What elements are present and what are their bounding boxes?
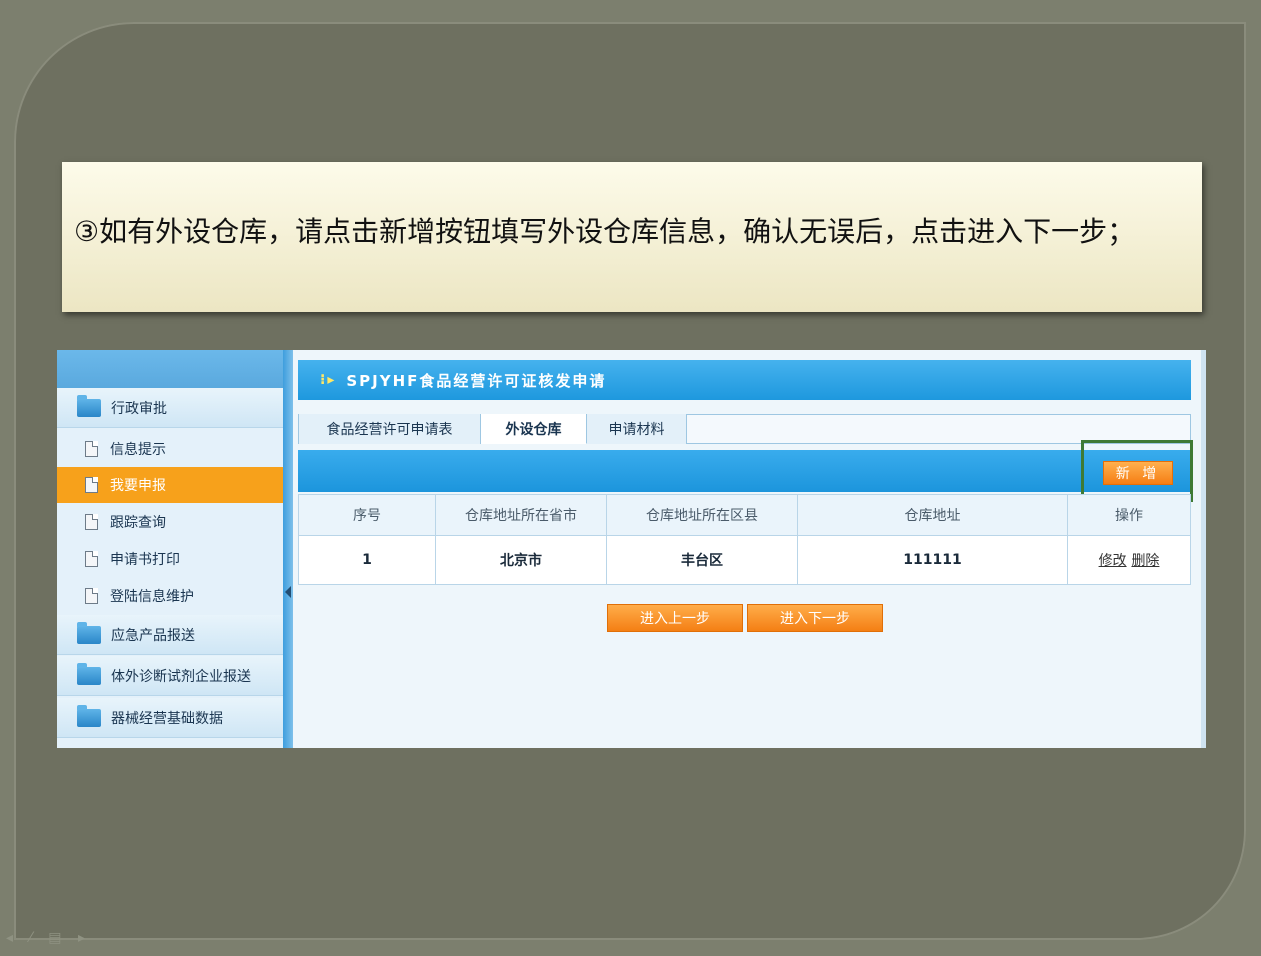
cell-index: 1	[298, 535, 436, 585]
cell-district: 丰台区	[606, 535, 798, 585]
embedded-screenshot: 行政审批 信息提示 我要申报 跟踪查询 申请书打印 登陆信息维护 应急产品报送	[57, 350, 1206, 748]
collapse-arrow-icon[interactable]	[285, 586, 291, 598]
tab-bar: 食品经营许可申请表 外设仓库 申请材料	[298, 414, 1191, 444]
cell-address: 111111	[797, 535, 1068, 585]
warehouse-table: 序号 仓库地址所在省市 仓库地址所在区县 仓库地址 操作 1 北京市 丰台区 1…	[298, 494, 1191, 585]
sidebar-item-login-maintenance[interactable]: 登陆信息维护	[57, 578, 283, 614]
instruction-text: ③如有外设仓库，请点击新增按钮填写外设仓库信息，确认无误后，点击进入下一步；	[74, 215, 1136, 248]
sidebar-item-emergency-products[interactable]: 应急产品报送	[57, 615, 283, 655]
tab-application-materials[interactable]: 申请材料	[587, 414, 687, 444]
page-title-bar: ⁝▸ SPJYHF食品经营许可证核发申请	[298, 360, 1191, 400]
folder-icon	[77, 621, 101, 644]
table-row: 1 北京市 丰台区 111111 修改 删除	[298, 535, 1191, 585]
sidebar-item-print-application[interactable]: 申请书打印	[57, 541, 283, 577]
sidebar-item-label: 登陆信息维护	[110, 589, 194, 605]
table-header-row: 序号 仓库地址所在省市 仓库地址所在区县 仓库地址 操作	[298, 494, 1191, 536]
document-icon	[85, 551, 98, 567]
sidebar-item-label: 信息提示	[110, 442, 166, 458]
document-icon	[85, 514, 98, 530]
document-icon	[85, 477, 98, 493]
toolbar: 新 增	[298, 450, 1191, 492]
highlight-frame	[1081, 440, 1193, 502]
bullet-icon: ⁝▸	[320, 372, 337, 388]
document-icon	[85, 441, 98, 457]
scrollbar-edge	[1201, 350, 1206, 748]
delete-link[interactable]: 删除	[1131, 553, 1159, 569]
sidebar-item-label: 行政审批	[111, 400, 167, 417]
sidebar-item-label: 器械经营基础数据	[111, 710, 223, 727]
sidebar: 行政审批 信息提示 我要申报 跟踪查询 申请书打印 登陆信息维护 应急产品报送	[57, 350, 283, 748]
edit-link[interactable]: 修改	[1099, 553, 1127, 569]
next-step-button[interactable]: 进入下一步	[747, 604, 883, 632]
slide-nav-icons: ◂ ⁄ ▤ ▸	[6, 930, 91, 946]
column-header: 操作	[1067, 494, 1191, 536]
main-panel: ⁝▸ SPJYHF食品经营许可证核发申请 食品经营许可申请表 外设仓库 申请材料…	[293, 350, 1206, 748]
sidebar-header	[57, 350, 283, 388]
sidebar-splitter[interactable]	[283, 350, 293, 748]
tab-license-application[interactable]: 食品经营许可申请表	[299, 414, 481, 444]
sidebar-item-apply[interactable]: 我要申报	[57, 467, 283, 503]
sidebar-item-admin-approval[interactable]: 行政审批	[57, 388, 283, 428]
sidebar-item-ivd-reports[interactable]: 体外诊断试剂企业报送	[57, 656, 283, 696]
tab-external-warehouse[interactable]: 外设仓库	[481, 414, 587, 444]
column-header: 仓库地址所在区县	[606, 494, 798, 536]
instruction-box: ③如有外设仓库，请点击新增按钮填写外设仓库信息，确认无误后，点击进入下一步；	[62, 162, 1202, 312]
sidebar-item-label: 我要申报	[110, 478, 166, 494]
folder-icon	[77, 704, 101, 727]
column-header: 仓库地址	[797, 494, 1068, 536]
sidebar-item-label: 应急产品报送	[111, 627, 195, 644]
folder-icon	[77, 394, 101, 417]
document-icon	[85, 588, 98, 604]
sidebar-item-label: 体外诊断试剂企业报送	[111, 668, 251, 685]
column-header: 序号	[298, 494, 436, 536]
page-title: SPJYHF食品经营许可证核发申请	[346, 371, 607, 390]
folder-icon	[77, 662, 101, 685]
sidebar-item-label: 申请书打印	[110, 552, 180, 568]
prev-step-button[interactable]: 进入上一步	[607, 604, 743, 632]
column-header: 仓库地址所在省市	[435, 494, 607, 536]
cell-actions: 修改 删除	[1067, 535, 1191, 585]
sidebar-item-device-base-data[interactable]: 器械经营基础数据	[57, 698, 283, 738]
sidebar-item-label: 跟踪查询	[110, 515, 166, 531]
sidebar-item-info-notice[interactable]: 信息提示	[57, 431, 283, 467]
sidebar-item-tracking-query[interactable]: 跟踪查询	[57, 504, 283, 540]
cell-province: 北京市	[435, 535, 607, 585]
